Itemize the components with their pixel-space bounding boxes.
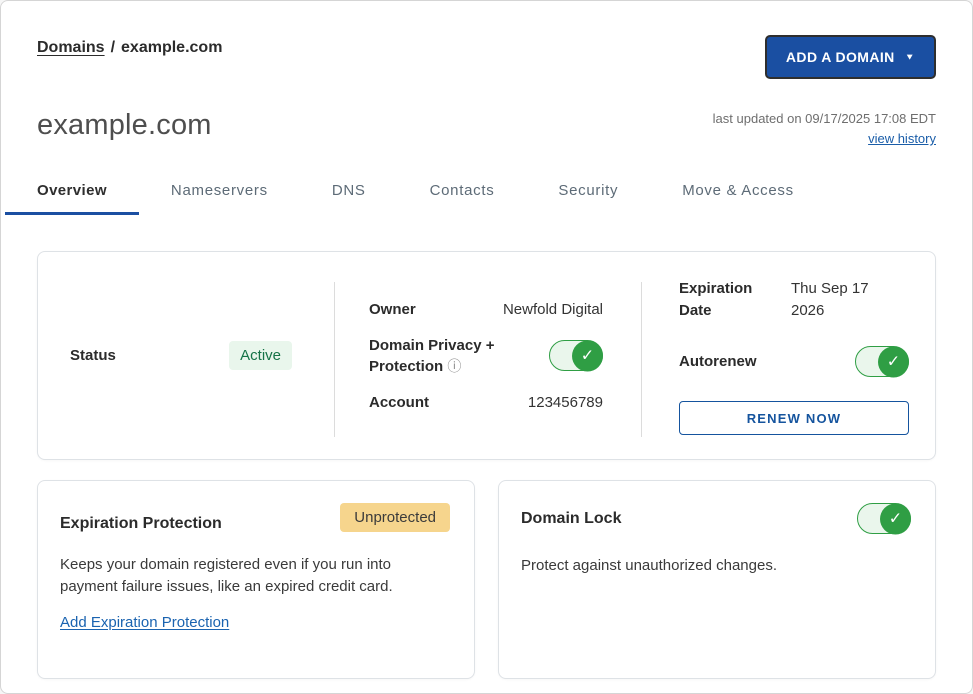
tab-overview[interactable]: Overview [5, 182, 139, 215]
privacy-label-line1: Domain Privacy + [369, 335, 494, 356]
add-expiration-protection-link[interactable]: Add Expiration Protection [60, 614, 229, 631]
view-history-link[interactable]: view history [868, 131, 936, 146]
add-a-domain-label: ADD A DOMAIN [786, 49, 895, 65]
owner-value: Newfold Digital [503, 301, 603, 318]
expiration-protection-description: Keeps your domain registered even if you… [60, 554, 440, 598]
privacy-label-line2: Protection [369, 358, 443, 375]
domain-lock-toggle[interactable]: ✓ [857, 503, 911, 534]
account-value: 123456789 [528, 394, 603, 411]
page-title: example.com [37, 107, 212, 143]
breadcrumb-domains-link[interactable]: Domains [37, 39, 105, 56]
status-section: Status Active [38, 252, 334, 459]
unprotected-badge: Unprotected [340, 503, 450, 532]
tab-security[interactable]: Security [558, 182, 618, 215]
tab-bar: Overview Nameservers DNS Contacts Securi… [37, 182, 936, 215]
add-a-domain-button[interactable]: ADD A DOMAIN ▼ [765, 35, 936, 79]
domain-lock-description: Protect against unauthorized changes. [521, 555, 901, 577]
renew-now-button[interactable]: RENEW NOW [679, 401, 909, 435]
tab-dns[interactable]: DNS [332, 182, 366, 215]
expiration-label-line1: Expiration [679, 278, 791, 300]
expiration-protection-card: Expiration Protection Unprotected Keeps … [37, 480, 475, 679]
breadcrumb: Domains / example.com [37, 35, 222, 57]
owner-row: Owner Newfold Digital [369, 301, 603, 318]
domain-lock-card: Domain Lock ✓ Protect against unauthoriz… [498, 480, 936, 679]
info-icon[interactable]: ⓘ [447, 358, 461, 374]
owner-label: Owner [369, 301, 416, 318]
status-label: Status [70, 347, 116, 364]
expiration-value-line2: 2026 [791, 300, 869, 322]
expiration-label-line2: Date [679, 300, 791, 322]
expiration-value-line1: Thu Sep 17 [791, 278, 869, 300]
domain-detail-page: Domains / example.com ADD A DOMAIN ▼ examp… [0, 0, 973, 694]
tab-move-access[interactable]: Move & Access [682, 182, 794, 215]
check-icon: ✓ [880, 503, 911, 534]
expiration-value: Thu Sep 17 2026 [791, 278, 869, 322]
overview-card: Status Active Owner Newfold Digital Doma… [37, 251, 936, 460]
tab-nameservers[interactable]: Nameservers [171, 182, 268, 215]
privacy-label: Domain Privacy + Protection ⓘ [369, 335, 494, 377]
last-updated-text: last updated on 09/17/2025 17:08 EDT [713, 111, 936, 126]
domain-lock-header: Domain Lock ✓ [521, 503, 911, 534]
last-updated-block: last updated on 09/17/2025 17:08 EDT vie… [713, 111, 936, 148]
expiration-protection-header: Expiration Protection Unprotected [60, 503, 450, 533]
top-bar: Domains / example.com ADD A DOMAIN ▼ [37, 35, 936, 81]
status-badge: Active [229, 341, 292, 370]
tab-contacts[interactable]: Contacts [430, 182, 495, 215]
domain-lock-title: Domain Lock [521, 510, 621, 528]
breadcrumb-separator: / [111, 39, 115, 56]
title-row: example.com last updated on 09/17/2025 1… [37, 107, 936, 148]
autorenew-label: Autorenew [679, 353, 757, 370]
check-icon: ✓ [572, 340, 603, 371]
expiration-label: Expiration Date [679, 278, 791, 322]
autorenew-row: Autorenew ✓ [679, 346, 909, 377]
bottom-cards-row: Expiration Protection Unprotected Keeps … [37, 480, 936, 679]
breadcrumb-current: example.com [121, 39, 222, 56]
account-row: Account 123456789 [369, 394, 603, 411]
check-icon: ✓ [878, 346, 909, 377]
privacy-toggle[interactable]: ✓ [549, 340, 603, 371]
renewal-section: Expiration Date Thu Sep 17 2026 Autorene… [642, 252, 935, 459]
autorenew-toggle[interactable]: ✓ [855, 346, 909, 377]
privacy-row: Domain Privacy + Protection ⓘ ✓ [369, 335, 603, 377]
chevron-down-icon: ▼ [905, 52, 915, 61]
expiration-row: Expiration Date Thu Sep 17 2026 [679, 278, 909, 322]
expiration-protection-title: Expiration Protection [60, 515, 222, 533]
details-section: Owner Newfold Digital Domain Privacy + P… [335, 252, 641, 459]
account-label: Account [369, 394, 429, 411]
